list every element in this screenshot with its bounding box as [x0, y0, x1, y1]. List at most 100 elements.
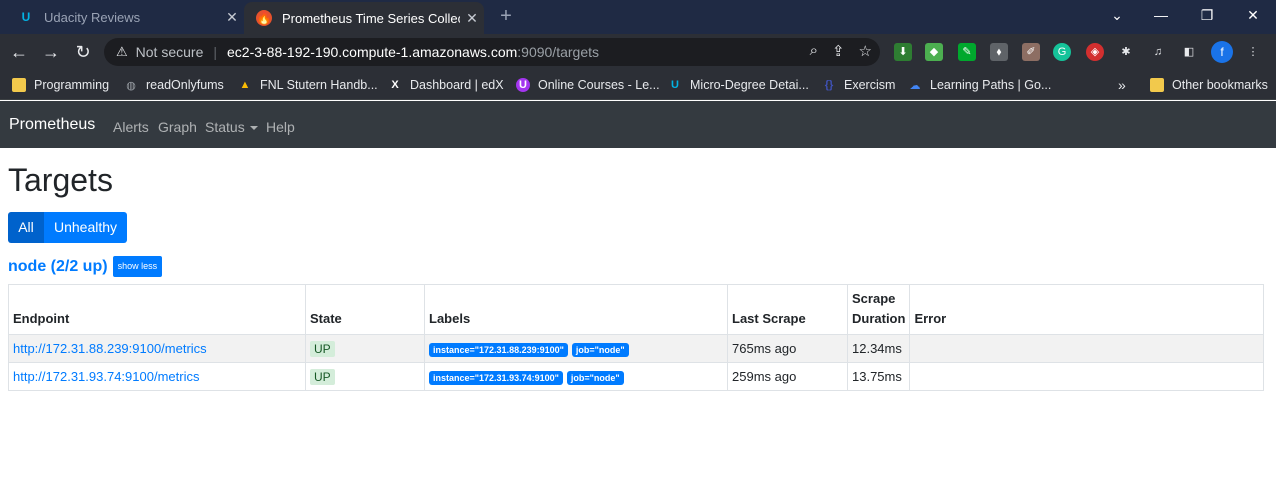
minimize-icon[interactable]: —	[1138, 0, 1184, 30]
url-host: ec2-3-88-192-190.compute-1.amazonaws.com	[227, 44, 518, 60]
bookmark-label: Micro-Degree Detai...	[690, 78, 809, 92]
close-icon[interactable]: ✕	[220, 9, 244, 26]
bookmark-item[interactable]: U Online Courses - Le...	[516, 76, 660, 94]
bookmark-label: readOnlyfums	[146, 78, 224, 92]
new-tab-button[interactable]: +	[494, 5, 518, 29]
tab-search-chevron-icon[interactable]: ⌄	[1094, 0, 1140, 30]
job-title-link[interactable]: node (2/2 up)	[8, 258, 108, 276]
extension-icon[interactable]: ⬧	[990, 43, 1008, 61]
bookmark-item[interactable]: Programming	[12, 76, 109, 94]
targets-table: Endpoint State Labels Last Scrape Scrape…	[8, 284, 1264, 391]
zoom-icon[interactable]: ⌕	[810, 42, 818, 60]
globe-icon: ◍	[126, 79, 136, 92]
share-icon[interactable]: ⇪	[832, 42, 845, 60]
puzzle-icon[interactable]: ✱	[1117, 43, 1135, 61]
omnibox-actions: ⌕ ⇪ ☆	[810, 42, 872, 60]
filter-unhealthy-button[interactable]: Unhealthy	[44, 212, 128, 243]
udacity-icon: U	[21, 10, 31, 24]
bookmark-label: Dashboard | edX	[410, 78, 504, 92]
tab-prometheus[interactable]: 🔥 Prometheus Time Series Collecti ✕	[244, 2, 484, 34]
bookmark-item[interactable]: U Micro-Degree Detai...	[668, 76, 809, 94]
star-icon[interactable]: ☆	[859, 42, 872, 60]
bookmark-label: Other bookmarks	[1172, 78, 1268, 92]
download-extension-icon[interactable]: ⬇	[894, 43, 912, 61]
label-badge: instance="172.31.93.74:9100"	[429, 370, 563, 385]
udacity-icon: U	[671, 79, 679, 91]
extension-icon[interactable]: ◆	[925, 43, 943, 61]
avatar[interactable]: f	[1211, 41, 1233, 63]
table-row: http://172.31.88.239:9100/metrics UP ins…	[8, 334, 1264, 363]
state-cell: UP	[305, 362, 425, 391]
duration-cell: 13.75ms	[846, 362, 911, 391]
tab-title: Prometheus Time Series Collecti	[282, 10, 460, 26]
filter-all-button[interactable]: All	[8, 212, 44, 243]
label-badge: job="node"	[566, 370, 624, 385]
google-cloud-icon: ☁	[909, 79, 921, 92]
browser-toolbar: ← → ↻ ⚠ Not secure | ec2-3-88-192-190.co…	[0, 34, 1276, 70]
warning-icon[interactable]: ⚠	[116, 44, 128, 60]
evernote-icon[interactable]: ✎	[958, 43, 976, 61]
security-status[interactable]: Not secure	[136, 44, 204, 60]
column-header-error: Error	[909, 284, 1264, 335]
reload-icon[interactable]: ↻	[70, 40, 96, 66]
status-badge: UP	[310, 340, 335, 357]
forward-arrow-icon[interactable]: →	[38, 40, 64, 66]
edx-icon: X	[391, 79, 399, 91]
bookmark-label: Programming	[34, 78, 110, 92]
column-header-labels: Labels	[424, 284, 728, 335]
endpoint-link[interactable]: http://172.31.93.74:9100/metrics	[13, 369, 199, 384]
nav-alerts[interactable]: Alerts	[113, 119, 149, 135]
column-header-scrape-duration: Scrape Duration	[846, 284, 911, 335]
extension-icon[interactable]: ✐	[1022, 43, 1040, 61]
back-arrow-icon[interactable]: ←	[6, 40, 32, 66]
udemy-icon: U	[516, 78, 530, 92]
folder-icon	[1150, 78, 1164, 92]
side-panel-icon[interactable]: ◧	[1180, 43, 1198, 61]
bookmark-label: Exercism	[844, 78, 896, 92]
label-badge: instance="172.31.88.239:9100"	[429, 342, 568, 357]
column-header-state: State	[305, 284, 425, 335]
other-bookmarks[interactable]: Other bookmarks	[1150, 76, 1268, 94]
page-title: Targets	[8, 162, 113, 198]
status-badge: UP	[310, 368, 335, 385]
divider: |	[213, 44, 217, 60]
brand-link[interactable]: Prometheus	[9, 116, 95, 134]
bookmark-item[interactable]: ☁ Learning Paths | Go...	[908, 76, 1052, 94]
address-bar[interactable]: ⚠ Not secure | ec2-3-88-192-190.compute-…	[104, 38, 880, 66]
shield-icon[interactable]: ◈	[1086, 43, 1104, 61]
table-header-row: Endpoint State Labels Last Scrape Scrape…	[8, 284, 1264, 335]
job-header: node (2/2 up) show less	[8, 256, 163, 277]
bookmark-item[interactable]: {} Exercism	[822, 76, 896, 94]
bookmark-item[interactable]: ▲ FNL Stutern Handb...	[238, 76, 378, 94]
target-filter-group: All Unhealthy	[8, 212, 128, 243]
nav-help[interactable]: Help	[266, 119, 295, 135]
error-cell	[909, 334, 1264, 363]
close-window-icon[interactable]: ✕	[1230, 0, 1276, 30]
restore-icon[interactable]: ❐	[1184, 0, 1230, 30]
media-icon[interactable]: ♫	[1149, 43, 1167, 61]
nav-graph[interactable]: Graph	[158, 119, 197, 135]
nav-status-dropdown[interactable]: Status	[205, 119, 258, 135]
bookmark-label: Learning Paths | Go...	[930, 78, 1052, 92]
column-header-endpoint: Endpoint	[8, 284, 306, 335]
caret-down-icon	[249, 126, 258, 131]
endpoint-link[interactable]: http://172.31.88.239:9100/metrics	[13, 341, 207, 356]
labels-cell: instance="172.31.93.74:9100" job="node"	[424, 362, 728, 391]
last-scrape-cell: 259ms ago	[727, 362, 848, 391]
prometheus-icon: 🔥	[256, 10, 272, 26]
bookmark-label: FNL Stutern Handb...	[260, 78, 378, 92]
close-icon[interactable]: ✕	[460, 10, 484, 27]
nav-status-label: Status	[205, 119, 245, 135]
labels-cell: instance="172.31.88.239:9100" job="node"	[424, 334, 728, 363]
grammarly-icon[interactable]: G	[1053, 43, 1071, 61]
last-scrape-cell: 765ms ago	[727, 334, 848, 363]
table-row: http://172.31.93.74:9100/metrics UP inst…	[8, 362, 1264, 391]
bookmark-item[interactable]: X Dashboard | edX	[388, 76, 504, 94]
endpoint-cell: http://172.31.93.74:9100/metrics	[8, 362, 306, 391]
tab-title: Udacity Reviews	[44, 9, 141, 25]
show-less-button[interactable]: show less	[112, 256, 163, 277]
bookmarks-overflow-button[interactable]: »	[1118, 76, 1126, 94]
menu-icon[interactable]: ⋮	[1244, 43, 1262, 61]
bookmark-item[interactable]: ◍ readOnlyfums	[124, 76, 224, 94]
tab-udacity-reviews[interactable]: U Udacity Reviews ✕	[8, 0, 244, 34]
